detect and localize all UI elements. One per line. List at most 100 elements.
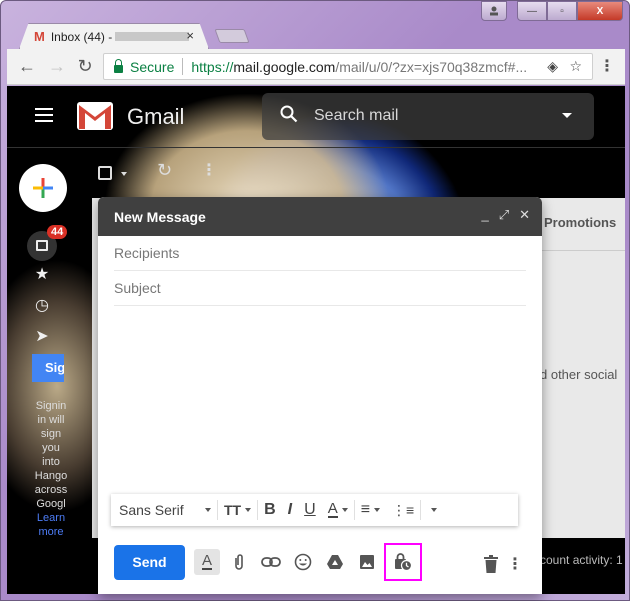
more-formatting-button[interactable] [421, 494, 443, 526]
text-size-icon: TT [224, 502, 242, 518]
redacted-email [115, 32, 190, 41]
compose-header[interactable]: New Message _ ⤢ ✕ [98, 197, 542, 236]
address-bar[interactable]: Secure https:// mail.google.com /mail/u/… [103, 53, 593, 80]
important-icon[interactable]: ➤ [27, 326, 57, 346]
confidential-mode-button[interactable] [384, 543, 422, 581]
more-vertical-icon: ⋮ [507, 556, 523, 573]
photo-icon [360, 555, 374, 569]
font-name: Sans Serif [119, 502, 184, 518]
tab-divider [534, 250, 625, 251]
inbox-nav-item[interactable]: 44 [27, 225, 68, 261]
attach-files-button[interactable] [226, 549, 252, 575]
browser-menu-icon[interactable]: ⋮ [599, 56, 615, 76]
window-maximize-button[interactable]: ▫ [547, 1, 577, 21]
search-options-dropdown-icon[interactable] [562, 113, 572, 118]
hangouts-line: in will [37, 414, 65, 426]
url-host: mail.google.com [233, 58, 336, 75]
google-drive-icon [327, 555, 343, 569]
tab-promotions[interactable]: Promotions [544, 215, 616, 230]
inbox-icon [36, 240, 48, 251]
font-size-button[interactable]: TT [218, 494, 257, 526]
browser-toolbar: ← → ↻ Secure https:// mail.google.com /m… [7, 49, 625, 85]
user-icon [490, 6, 498, 16]
numbered-list-button[interactable]: ⋮≡ [386, 494, 420, 526]
lock-clock-icon [395, 553, 413, 572]
bold-button[interactable]: B [258, 494, 282, 526]
tab-close-icon[interactable]: × [186, 28, 194, 43]
lock-icon [114, 58, 123, 73]
recipients-field[interactable]: Recipients [114, 236, 526, 271]
underline-icon: U [304, 501, 316, 518]
secure-label: Secure [130, 58, 175, 75]
gmail-logo-icon[interactable] [77, 102, 113, 130]
discard-draft-button[interactable] [478, 551, 504, 577]
main-menu-icon[interactable] [35, 108, 53, 122]
text-color-button[interactable]: A [322, 494, 354, 526]
paperclip-icon [235, 554, 243, 570]
plus-icon [33, 178, 53, 198]
back-button[interactable]: ← [17, 56, 37, 77]
more-actions-icon[interactable]: ⋮ [201, 160, 217, 180]
minimize-compose-icon[interactable]: _ [481, 207, 488, 223]
message-body[interactable] [98, 306, 542, 492]
account-activity-text: count activity: 1 [540, 553, 623, 567]
bookmark-star-icon[interactable]: ☆ [569, 58, 582, 75]
compose-button[interactable] [19, 164, 67, 212]
more-options-button[interactable]: ⋮ [502, 551, 528, 577]
trash-icon [484, 555, 498, 573]
window-minimize-button[interactable]: — [517, 1, 547, 21]
insert-photo-button[interactable] [354, 549, 380, 575]
learn-more-link[interactable]: Learn [31, 511, 71, 525]
search-mail-input[interactable]: Search mail [262, 93, 594, 140]
bold-icon: B [264, 501, 276, 518]
link-icon [261, 557, 281, 567]
email-snippet: d other social [540, 367, 618, 382]
insert-emoji-button[interactable] [290, 549, 316, 575]
select-dropdown-icon[interactable] [121, 172, 127, 176]
select-all-checkbox[interactable] [98, 166, 112, 180]
text-color-icon: A [327, 500, 338, 518]
close-compose-icon[interactable]: ✕ [519, 207, 530, 223]
send-button[interactable]: Send [114, 544, 185, 580]
reload-button[interactable]: ↻ [75, 56, 95, 77]
extension-icon[interactable]: ◈ [547, 58, 558, 75]
forward-button[interactable]: → [47, 56, 67, 77]
gmail-favicon-icon: M [34, 29, 45, 44]
search-icon[interactable] [280, 105, 298, 123]
maximize-icon: ▫ [560, 5, 564, 17]
new-tab-button[interactable] [214, 29, 250, 43]
minimize-icon: — [527, 5, 537, 17]
insert-drive-file-button[interactable] [322, 549, 348, 575]
fullscreen-compose-icon[interactable]: ⤢ [499, 207, 509, 223]
url-path: /mail/u/0/?zx=xjs70q38zmcf#... [335, 58, 528, 75]
hangouts-signin-button[interactable]: Sig [32, 354, 64, 382]
refresh-icon[interactable]: ↻ [157, 160, 172, 181]
italic-button[interactable]: I [282, 494, 298, 526]
insert-link-button[interactable] [258, 549, 284, 575]
gmail-wordmark: Gmail [127, 104, 185, 129]
snoozed-icon[interactable]: ◷ [27, 295, 57, 315]
chevron-down-icon [431, 508, 438, 512]
tab-title: Inbox (44) - [50, 29, 113, 44]
subject-field[interactable]: Subject [114, 271, 526, 306]
user-profile-button[interactable] [481, 1, 507, 21]
compose-title: New Message [114, 208, 206, 225]
emoji-icon [294, 553, 312, 571]
browser-tab-inbox[interactable]: M Inbox (44) - × [19, 23, 209, 49]
underline-button[interactable]: U [298, 494, 322, 526]
formatting-options-button[interactable]: A [194, 549, 220, 575]
align-left-icon: ≡ [360, 501, 371, 518]
font-select[interactable]: Sans Serif [111, 494, 217, 526]
starred-icon[interactable]: ★ [27, 264, 57, 284]
align-button[interactable]: ≡ [355, 494, 386, 526]
hangouts-line: Hango [34, 470, 68, 482]
search-placeholder: Search mail [314, 107, 399, 124]
learn-more-link[interactable]: more [31, 525, 71, 539]
signin-label: Sig [45, 360, 64, 375]
formatting-icon: A [201, 552, 212, 570]
compose-dialog: New Message _ ⤢ ✕ Recipients Subject San… [98, 197, 542, 594]
hangouts-info: Signin in will sign you into Hango acros… [31, 399, 71, 539]
window-close-button[interactable]: X [577, 1, 623, 21]
hangouts-line: across [34, 484, 68, 496]
chevron-down-icon [374, 508, 381, 512]
